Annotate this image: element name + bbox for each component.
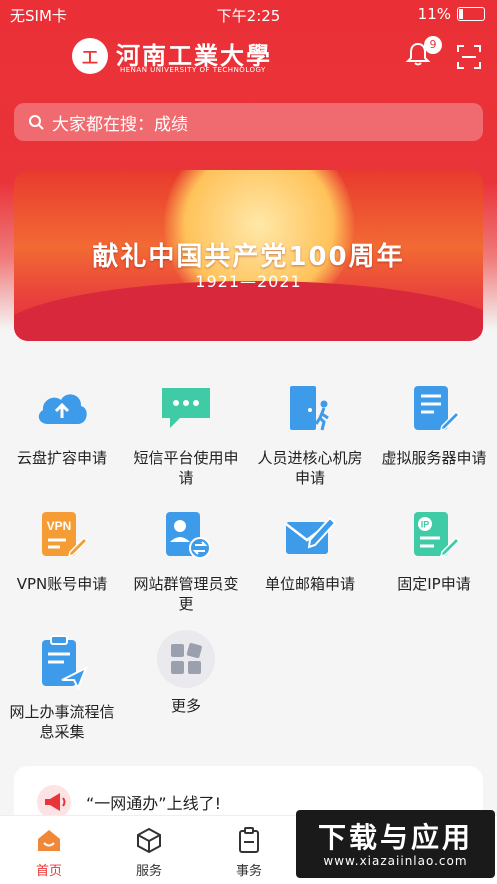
app-tile-more[interactable]: 更多 — [124, 630, 248, 716]
tab-service[interactable]: 服务 — [104, 826, 194, 879]
cube-icon — [137, 827, 161, 854]
app-label: 固定IP申请 — [397, 575, 471, 593]
school-logo-icon: 工 — [72, 38, 108, 74]
app-tile-mailbox[interactable]: 单位邮箱申请 — [248, 502, 372, 594]
server-form-icon — [414, 386, 460, 432]
banner-years: 1921—2021 — [195, 272, 302, 291]
admin-switch-icon — [166, 512, 211, 559]
app-tile-virtual-server[interactable]: 虚拟服务器申请 — [372, 376, 496, 468]
search-icon — [29, 115, 44, 130]
app-label: 单位邮箱申请 — [264, 575, 355, 593]
mail-edit-icon — [285, 516, 337, 554]
app-tile-vpn[interactable]: VPN VPN账号申请 — [0, 502, 124, 594]
more-grid-icon — [171, 643, 202, 674]
app-label: 网上办事流程信息采集 — [9, 703, 115, 741]
svg-text:IP: IP — [421, 520, 430, 530]
scan-icon[interactable] — [456, 44, 482, 70]
app-label: VPN账号申请 — [16, 575, 108, 593]
status-right: 11% — [418, 5, 485, 23]
watermark-overlay: 下载与应用 www.xiazaiinlao.com — [296, 810, 495, 878]
watermark-title: 下载与应用 — [317, 821, 473, 854]
notice-text: “一网通办”上线了! — [86, 794, 221, 813]
app-tile-server-room[interactable]: 人员进核心机房申请 — [248, 376, 372, 488]
app-tile-sms[interactable]: 短信平台使用申请 — [124, 376, 248, 488]
tab-label: 服务 — [135, 864, 162, 879]
tab-label: 首页 — [35, 864, 62, 879]
banner-title: 献礼中国共产党100周年 — [92, 242, 405, 272]
school-english-name: HENAN UNIVERSITY OF TECHNOLOGY — [120, 66, 266, 74]
app-label: 短信平台使用申请 — [133, 449, 239, 487]
app-label: 人员进核心机房申请 — [257, 449, 363, 487]
battery-percent: 11% — [417, 5, 451, 23]
app-label: 更多 — [170, 697, 201, 715]
vpn-doc-icon: VPN — [42, 512, 88, 558]
app-tile-process-info[interactable]: 网上办事流程信息采集 — [0, 630, 124, 742]
clipboard-send-icon — [42, 635, 88, 690]
door-walk-icon — [290, 386, 329, 431]
home-icon — [38, 830, 60, 851]
app-tile-cloud-expand[interactable]: 云盘扩容申请 — [0, 376, 124, 468]
tab-affairs[interactable]: 事务 — [204, 826, 294, 879]
chat-bubble-icon — [162, 388, 210, 428]
app-header: 工 河南工業大學 HENAN UNIVERSITY OF TECHNOLOGY … — [0, 32, 497, 82]
cloud-upload-icon — [38, 394, 87, 424]
status-bar: 无SIM卡 下午2:25 11% — [0, 0, 497, 28]
ip-doc-icon: IP — [414, 512, 460, 558]
battery-icon — [457, 7, 485, 21]
search-bar[interactable]: 大家都在搜：成绩 — [14, 103, 483, 141]
clipboard-icon — [239, 827, 259, 853]
svg-text:VPN: VPN — [47, 519, 72, 533]
promo-banner[interactable]: 献礼中国共产党100周年 1921—2021 — [14, 170, 483, 341]
app-label: 云盘扩容申请 — [16, 449, 107, 467]
notification-badge: 9 — [424, 36, 442, 54]
tab-label: 事务 — [235, 864, 262, 879]
app-label: 虚拟服务器申请 — [381, 449, 487, 467]
app-tile-fixed-ip[interactable]: IP 固定IP申请 — [372, 502, 496, 594]
watermark-url: www.xiazaiinlao.com — [323, 854, 468, 868]
tab-home[interactable]: 首页 — [4, 826, 94, 879]
app-tile-site-admin[interactable]: 网站群管理员变更 — [124, 502, 248, 614]
app-label: 网站群管理员变更 — [133, 575, 239, 613]
search-placeholder: 大家都在搜：成绩 — [52, 114, 188, 135]
